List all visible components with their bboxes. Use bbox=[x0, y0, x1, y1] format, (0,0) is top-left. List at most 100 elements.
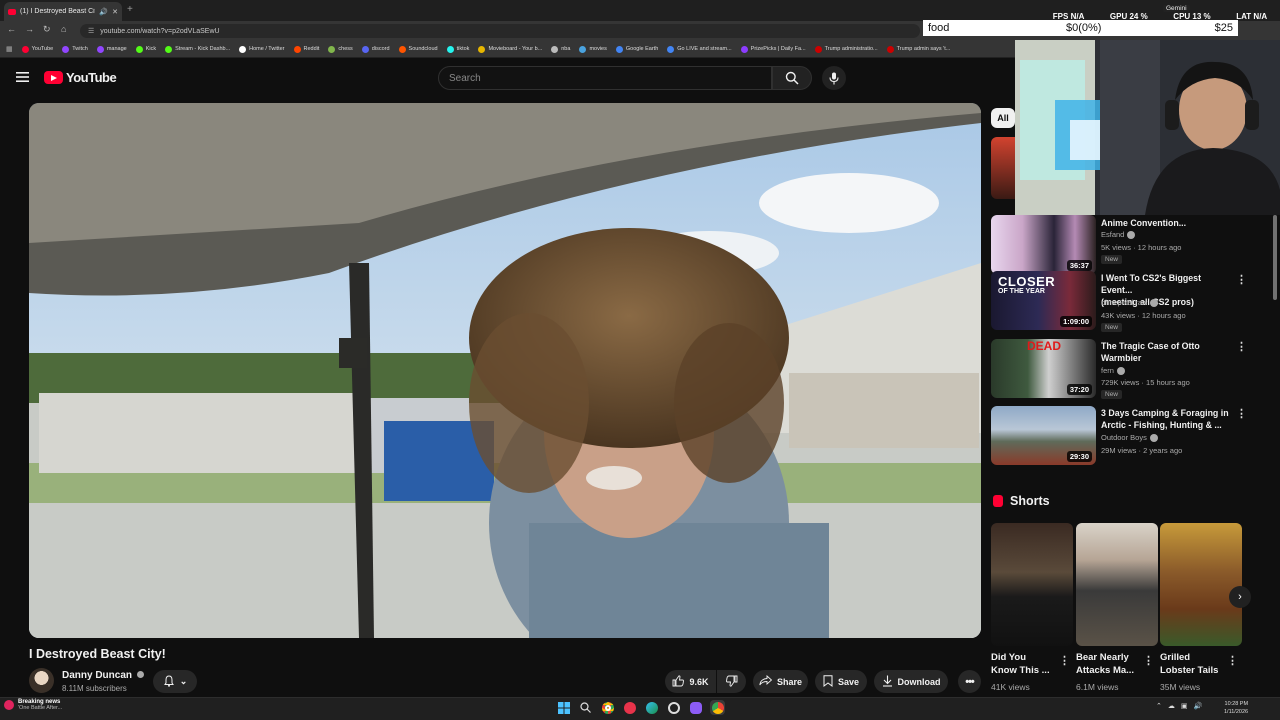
media-player-icon[interactable] bbox=[622, 700, 637, 715]
bookmark-item[interactable]: nba bbox=[551, 45, 570, 53]
url-bar[interactable]: ☰ youtube.com/watch?v=p2odVLaSEwU bbox=[80, 24, 920, 38]
bookmark-item[interactable]: manage bbox=[96, 45, 127, 53]
short-views: 6.1M views bbox=[1076, 682, 1119, 692]
video-thumbnail[interactable]: DEAD 37:20 bbox=[991, 339, 1096, 398]
share-button[interactable]: Share bbox=[753, 670, 808, 693]
short-thumbnail[interactable] bbox=[991, 523, 1073, 646]
system-tray: ⌃ ☁ ▣ 🔊 bbox=[1156, 702, 1202, 710]
video-player[interactable] bbox=[29, 103, 981, 638]
subscribed-notifications-button[interactable]: ⌄ bbox=[153, 670, 197, 693]
streamer-webcam bbox=[1015, 40, 1280, 215]
reload-icon[interactable]: ↻ bbox=[43, 24, 51, 35]
taskbar-clock[interactable]: 10:28 PM 1/11/2026 bbox=[1224, 700, 1248, 716]
partial-thumbnail[interactable] bbox=[991, 137, 1015, 199]
video-thumbnail[interactable]: CLOSER OF THE YEAR 1:09:00 bbox=[991, 271, 1096, 330]
bookmark-item[interactable]: PrizePicks | Daily Fa... bbox=[740, 45, 806, 53]
gemini-label: Gemini bbox=[1163, 5, 1190, 12]
dislike-button[interactable] bbox=[717, 670, 746, 693]
more-options-icon[interactable]: ⋮ bbox=[1059, 654, 1070, 667]
like-count: 9.6K bbox=[689, 676, 709, 687]
more-actions-button[interactable]: ••• bbox=[958, 670, 981, 693]
bookmark-item[interactable]: Home / Twitter bbox=[239, 45, 285, 53]
bookmark-item[interactable]: discord bbox=[361, 45, 390, 53]
like-button[interactable]: 9.6K bbox=[665, 670, 716, 693]
bookmark-item[interactable]: Stream - Kick Dashb... bbox=[165, 45, 230, 53]
windows-start-icon[interactable] bbox=[556, 700, 571, 715]
apps-grid-icon[interactable]: ▦ bbox=[6, 45, 13, 53]
recommended-channel[interactable]: fern bbox=[1101, 366, 1125, 375]
recommended-channel[interactable]: Esfand bbox=[1101, 230, 1136, 239]
discord-icon[interactable] bbox=[688, 700, 703, 715]
search-input[interactable]: Search bbox=[438, 66, 772, 90]
bookmark-item[interactable]: Trump administratio... bbox=[814, 45, 878, 53]
thumbnail-text-dead: DEAD bbox=[1027, 339, 1062, 353]
search-icon bbox=[785, 71, 799, 85]
back-arrow-icon[interactable]: ← bbox=[7, 24, 16, 34]
search-icon[interactable] bbox=[578, 700, 593, 715]
bookmark-item[interactable]: Twitch bbox=[62, 45, 88, 53]
recommended-channel[interactable]: Outdoor Boys bbox=[1101, 433, 1158, 442]
more-options-icon[interactable]: ⋮ bbox=[1236, 407, 1247, 420]
shorts-next-button[interactable]: › bbox=[1229, 586, 1251, 608]
home-icon[interactable]: ⌂ bbox=[61, 24, 66, 34]
cloud-icon[interactable]: ☁ bbox=[1168, 702, 1175, 710]
new-tab-button[interactable]: + bbox=[127, 4, 133, 15]
save-button[interactable]: Save bbox=[815, 670, 867, 693]
bookmark-item[interactable]: Soundcloud bbox=[398, 45, 438, 53]
bookmark-item[interactable]: Kick bbox=[135, 45, 156, 53]
goal-label: food bbox=[928, 22, 950, 34]
recommended-channel[interactable]: ohnepixel raw bbox=[1101, 298, 1159, 307]
search-button[interactable] bbox=[772, 66, 812, 90]
edge-icon[interactable] bbox=[644, 700, 659, 715]
bookmark-item[interactable]: Reddit bbox=[293, 45, 319, 53]
short-thumbnail[interactable] bbox=[1076, 523, 1158, 646]
short-title[interactable]: Did You Know This ... bbox=[991, 651, 1061, 677]
filter-chip-all[interactable]: All bbox=[991, 108, 1015, 128]
view-meta: 29M views · 2 years ago bbox=[1101, 446, 1183, 455]
more-options-icon[interactable]: ⋮ bbox=[1227, 654, 1238, 667]
network-icon[interactable]: ▣ bbox=[1181, 702, 1188, 710]
chrome-icon[interactable] bbox=[600, 700, 615, 715]
channel-avatar[interactable] bbox=[29, 668, 54, 693]
video-thumbnail[interactable]: 29:30 bbox=[991, 406, 1096, 465]
voice-search-button[interactable] bbox=[822, 66, 846, 90]
more-options-icon[interactable]: ⋮ bbox=[1236, 273, 1247, 286]
recommended-video-title[interactable]: The Tragic Case of Otto Warmbier bbox=[1101, 340, 1231, 364]
new-badge: New bbox=[1101, 390, 1123, 399]
obs-icon[interactable] bbox=[666, 700, 681, 715]
page-scrollbar[interactable] bbox=[1273, 215, 1277, 300]
bookmark-item[interactable]: tiktok bbox=[446, 45, 469, 53]
bookmark-item[interactable]: chess bbox=[328, 45, 353, 53]
save-label: Save bbox=[837, 676, 860, 687]
chevron-up-icon[interactable]: ⌃ bbox=[1156, 702, 1162, 710]
recommended-video-title[interactable]: 3 Days Camping & Foraging in Arctic - Fi… bbox=[1101, 407, 1231, 431]
hamburger-menu-icon[interactable] bbox=[16, 70, 29, 88]
short-title[interactable]: Grilled Lobster Tails bbox=[1160, 651, 1230, 677]
recommended-video-title[interactable]: Anime Convention... bbox=[1101, 217, 1231, 229]
short-title[interactable]: Bear Nearly Attacks Ma... bbox=[1076, 651, 1146, 677]
short-views: 41K views bbox=[991, 682, 1030, 692]
bookmark-item[interactable]: Movieboard - Your b... bbox=[478, 45, 542, 53]
bookmark-item[interactable]: YouTube bbox=[21, 45, 53, 53]
channel-name[interactable]: Danny Duncan bbox=[62, 670, 144, 681]
chrome-active-icon[interactable] bbox=[710, 700, 725, 715]
more-options-icon[interactable]: ⋮ bbox=[1143, 654, 1154, 667]
site-info-icon[interactable]: ☰ bbox=[88, 27, 94, 35]
video-thumbnail[interactable]: 36:37 bbox=[991, 215, 1096, 274]
news-widget[interactable]: Breaking news 'One Battle After... bbox=[4, 699, 62, 711]
tab-close-icon[interactable]: ✕ bbox=[112, 8, 118, 16]
youtube-logo[interactable]: YouTube bbox=[44, 70, 117, 85]
forward-arrow-icon[interactable]: → bbox=[25, 24, 34, 34]
bookmark-item[interactable]: Trump admin says 't... bbox=[886, 45, 950, 53]
download-button[interactable]: Download bbox=[874, 670, 948, 693]
search-placeholder: Search bbox=[449, 72, 481, 84]
browser-tab-active[interactable]: (1) I Destroyed Beast City! 🔊 ✕ bbox=[4, 2, 122, 21]
url-text: youtube.com/watch?v=p2odVLaSEwU bbox=[100, 27, 220, 35]
bookmark-item[interactable]: Go LIVE and stream... bbox=[667, 45, 732, 53]
bookmark-item[interactable]: movies bbox=[579, 45, 607, 53]
bookmark-item[interactable]: Google Earth bbox=[615, 45, 658, 53]
short-thumbnail[interactable] bbox=[1160, 523, 1242, 646]
more-options-icon[interactable]: ⋮ bbox=[1236, 340, 1247, 353]
speaker-icon[interactable]: 🔊 bbox=[99, 8, 108, 16]
volume-icon[interactable]: 🔊 bbox=[1194, 702, 1203, 710]
